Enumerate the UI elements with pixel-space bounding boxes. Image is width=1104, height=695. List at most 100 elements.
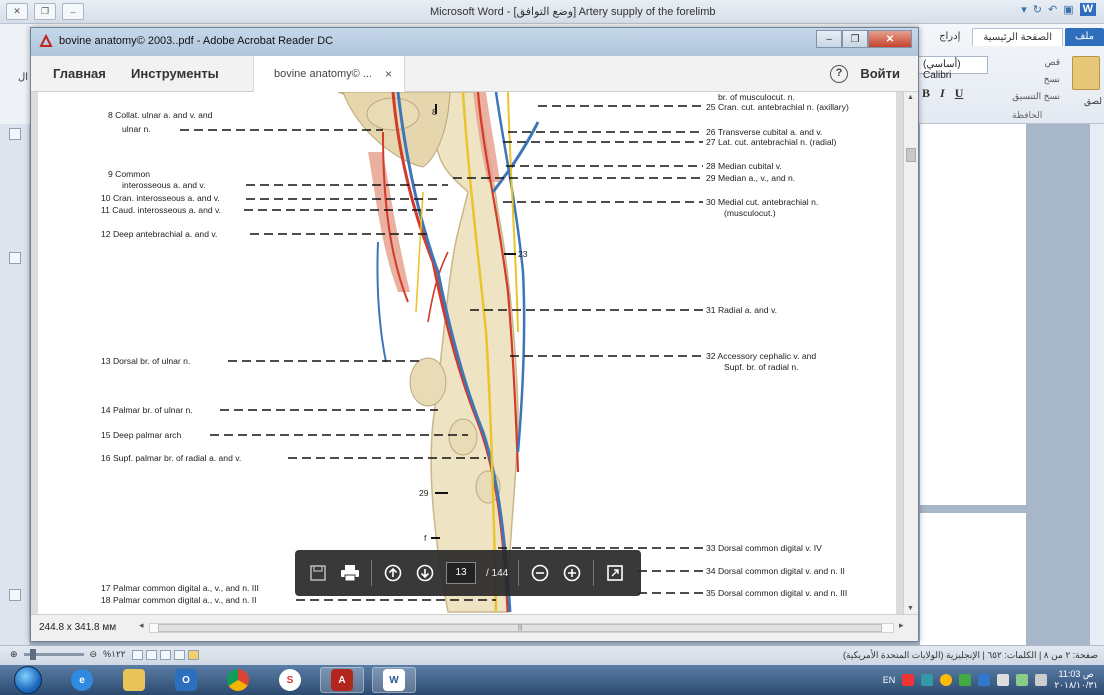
word-close-button[interactable]: ✕ [6, 3, 28, 20]
language-indicator[interactable]: EN [883, 675, 896, 685]
ribbon-left-label: ال [18, 72, 29, 83]
tray-app-icon[interactable] [902, 674, 915, 686]
zoom-in-icon[interactable] [561, 562, 583, 584]
scroll-thumb[interactable] [906, 148, 916, 162]
carpal-bone-1 [409, 357, 447, 407]
zoom-out-icon[interactable] [529, 562, 551, 584]
scroll-right-icon[interactable]: ▸ [899, 620, 904, 631]
underline-button[interactable]: U [955, 86, 964, 101]
pdf-vertical-scrollbar[interactable]: ▲ ▼ [903, 92, 918, 614]
label-9-cont: interosseous a. and v. [122, 180, 206, 190]
word-icon: W [383, 669, 405, 691]
draft-view-icon[interactable] [131, 649, 143, 660]
acrobat-window: bovine anatomy© 2003..pdf - Adobe Acroba… [30, 27, 919, 642]
chrome-icon [227, 669, 249, 691]
cut-button[interactable]: قص [1000, 54, 1060, 71]
tab-insert[interactable]: إدراج [929, 28, 970, 46]
document-tab-label: bovine anatomy© ... [274, 68, 372, 80]
customize-qat-icon[interactable]: ▾ [1021, 3, 1027, 16]
save-icon[interactable]: ▣ [1063, 3, 1073, 16]
vein-branch-3 [376, 241, 387, 363]
help-icon[interactable]: ? [830, 65, 848, 83]
label-8-cont: ulnar n. [122, 124, 151, 134]
label-31: 31 Radial a. and v. [706, 305, 778, 315]
paste-icon[interactable] [1072, 56, 1100, 90]
document-view[interactable]: 8 Collat. ulnar a. and v. and ulnar n. 9… [31, 92, 918, 614]
scroll-down-arrow-icon[interactable]: ▼ [907, 605, 914, 612]
pdf-horizontal-scrollbar[interactable]: ||| [149, 623, 894, 633]
horizontal-scroll-thumb[interactable]: ||| [158, 624, 882, 632]
start-button[interactable] [14, 666, 42, 694]
italic-button[interactable]: I [940, 86, 945, 101]
acrobat-restore-button[interactable]: ❐ [842, 30, 868, 48]
volume-icon[interactable] [1035, 674, 1048, 686]
floating-page-toolbar: 13 / 144 [295, 550, 641, 596]
status-info: صفحة: ٢ من ٨ | الكلمات: ٦٥٢ | الإنجليزية… [842, 650, 1098, 660]
label-18: 18 Palmar common digital a., v., and n. … [101, 595, 257, 605]
clock[interactable]: 11:03 ص ٢٠١٨/١٠/٣١ [1054, 669, 1098, 691]
ribbon-tabs: إدراج الصفحة الرئيسية ملف [929, 28, 1104, 46]
taskbar-skype[interactable]: S [268, 667, 312, 693]
taskbar-word[interactable]: W [372, 667, 416, 693]
zoom-out-icon[interactable]: ⊖ [90, 649, 98, 660]
zoom-in-icon[interactable]: ⊕ [10, 649, 18, 660]
taskbar-ie[interactable]: e [60, 667, 104, 693]
taskbar-explorer[interactable] [112, 667, 156, 693]
toolbar-separator [593, 560, 595, 586]
menu-tools[interactable]: Инструменты [131, 66, 219, 81]
format-painter-button[interactable]: نسخ التنسيق [1000, 88, 1060, 105]
menu-home[interactable]: Главная [53, 66, 106, 81]
word-status-bar: ⊕ ⊖ %١٢٢ صفحة: ٢ من ٨ | الكلمات: ٦٥٢ | ا… [0, 645, 1104, 665]
redo-icon[interactable]: ↻ [1033, 3, 1042, 16]
tray-ie-icon[interactable] [921, 674, 934, 686]
page-total: / 144 [486, 567, 509, 579]
scroll-down-icon[interactable] [9, 589, 21, 601]
close-tab-icon[interactable]: × [385, 67, 392, 81]
undo-icon[interactable]: ↶ [1048, 3, 1057, 16]
word-restore-button[interactable]: ❐ [34, 3, 56, 20]
label-30: 30 Medial cut. antebrachial n. [706, 197, 819, 207]
clock-time: 11:03 ص [1058, 669, 1094, 679]
taskbar-chrome[interactable] [216, 667, 260, 693]
acrobat-minimize-button[interactable]: – [816, 30, 842, 48]
bold-button[interactable]: B [922, 86, 930, 101]
tray-monitor-icon[interactable] [978, 674, 991, 686]
word-vertical-scrollbar[interactable] [1090, 124, 1104, 645]
tray-flag-icon[interactable] [959, 674, 972, 686]
print-layout-icon[interactable] [187, 649, 199, 660]
word-minimize-button[interactable]: – [62, 3, 84, 20]
taskbar-acrobat[interactable]: A [320, 667, 364, 693]
tray-network-icon[interactable] [997, 674, 1010, 686]
copy-button[interactable]: نسخ [1000, 71, 1060, 88]
ruler-marker-icon[interactable] [9, 252, 21, 264]
ruler-tab-icon[interactable] [9, 128, 21, 140]
zoom-level[interactable]: %١٢٢ [103, 649, 126, 660]
outline-view-icon[interactable] [145, 649, 157, 660]
label-29: 29 Median a., v., and n. [706, 173, 796, 183]
scroll-up-icon[interactable]: ▲ [907, 94, 914, 101]
fit-page-icon[interactable] [604, 562, 626, 584]
clipboard-group-label: الحافظة [1012, 110, 1043, 120]
taskbar-outlook[interactable]: O [164, 667, 208, 693]
tray-sun-icon[interactable] [940, 674, 953, 686]
tray-battery-icon[interactable] [1016, 674, 1029, 686]
page-number-input[interactable]: 13 [446, 562, 476, 584]
tab-home[interactable]: الصفحة الرئيسية [972, 28, 1063, 46]
next-page-icon[interactable] [414, 562, 436, 584]
login-button[interactable]: Войти [860, 66, 900, 81]
previous-page-icon[interactable] [382, 562, 404, 584]
reading-view-icon[interactable] [173, 649, 185, 660]
tab-file[interactable]: ملف [1064, 28, 1104, 46]
label-10: 10 Cran. interosseous a. and v. [101, 193, 220, 203]
scroll-left-icon[interactable]: ◂ [139, 620, 144, 631]
label-32-cont: Supf. br. of radial n. [724, 362, 799, 372]
document-tab[interactable]: bovine anatomy© ... × [253, 56, 405, 92]
web-view-icon[interactable] [159, 649, 171, 660]
save-file-icon[interactable] [307, 562, 329, 584]
acrobat-titlebar: bovine anatomy© 2003..pdf - Adobe Acroba… [31, 28, 918, 56]
inner-label-8: 8 [432, 107, 437, 117]
acrobat-close-button[interactable]: ✕ [868, 30, 912, 48]
zoom-slider[interactable] [23, 649, 84, 660]
print-icon[interactable] [339, 562, 361, 584]
font-name-box[interactable]: (أساسي) Calibri [918, 56, 988, 81]
